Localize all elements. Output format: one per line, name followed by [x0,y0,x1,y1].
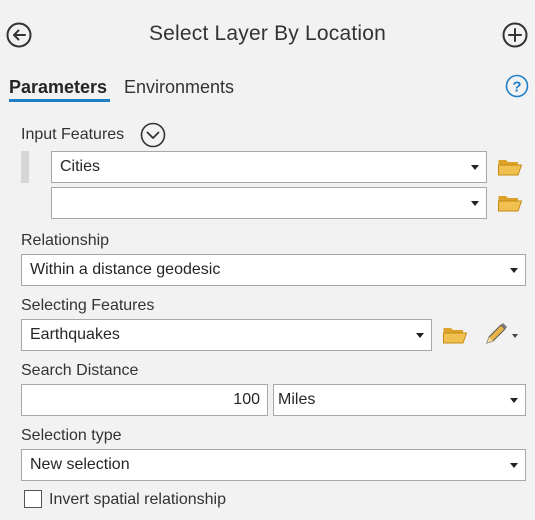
help-button[interactable]: ? [505,74,529,98]
sketch-features-button[interactable] [482,322,520,348]
dropdown-caret-icon [510,268,518,273]
invert-label[interactable]: Invert spatial relationship [49,491,226,509]
dropdown-caret-icon [416,333,424,338]
tab-parameters[interactable]: Parameters [9,77,107,98]
relationship-dropdown[interactable]: Within a distance geodesic [21,254,526,286]
invert-checkbox[interactable] [24,490,42,508]
chevron-down-circle-icon [140,122,166,148]
browse-input-features-button-2[interactable] [497,192,523,214]
folder-icon [498,196,523,212]
folder-icon [443,328,468,344]
selecting-features-label: Selecting Features [21,297,155,314]
browse-input-features-button-1[interactable] [497,156,523,178]
input-features-dropdown-1[interactable]: Cities [51,151,487,183]
row-handle[interactable] [21,151,29,183]
dropdown-caret-icon [471,165,479,170]
search-distance-input[interactable]: 100 [21,384,268,416]
input-features-value-1: Cities [60,158,101,175]
search-distance-label: Search Distance [21,362,139,379]
active-tab-indicator [9,99,110,102]
dropdown-caret-icon [510,398,518,403]
distance-unit-value: Miles [278,391,316,408]
input-features-dropdown-2[interactable] [51,187,487,219]
help-question-icon: ? [505,74,529,98]
search-distance-value: 100 [233,391,260,408]
selection-type-value: New selection [30,456,130,473]
expand-input-features-button[interactable] [140,122,166,148]
folder-icon [498,160,523,176]
svg-text:?: ? [512,79,521,96]
page-title: Select Layer By Location [148,22,387,45]
tab-environments[interactable]: Environments [124,77,234,98]
dropdown-caret-icon [471,201,479,206]
relationship-label: Relationship [21,232,110,249]
selection-type-dropdown[interactable]: New selection [21,449,526,481]
selection-type-label: Selection type [21,427,122,444]
pencil-icon [486,323,518,344]
plus-circle-icon [502,22,528,48]
input-features-label: Input Features [21,126,125,143]
selecting-features-value: Earthquakes [30,326,120,343]
selecting-features-dropdown[interactable]: Earthquakes [21,319,432,351]
distance-unit-dropdown[interactable]: Miles [273,384,526,416]
relationship-value: Within a distance geodesic [30,261,221,278]
browse-selecting-features-button[interactable] [442,324,468,346]
dropdown-caret-icon [510,463,518,468]
add-button[interactable] [502,22,528,48]
